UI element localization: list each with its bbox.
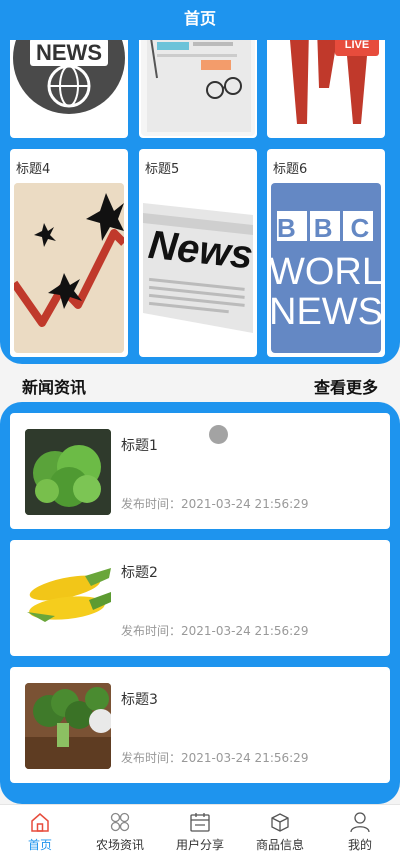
box-icon [271, 813, 289, 832]
tab-label: 我的 [347, 838, 372, 852]
bbc-logo-text: BBC [277, 213, 381, 243]
corn-image [25, 556, 111, 642]
bbc-world-news-image: BBC WORLD NEWS [271, 183, 381, 353]
page-header: 首页 [0, 0, 400, 40]
tab-mine[interactable]: 我的 [320, 805, 400, 852]
bottom-tab-bar: 首页 农场资讯 用户分享 商品信息 我的 [0, 804, 400, 852]
broccoli-image [25, 683, 111, 769]
tab-farm-news[interactable]: 农场资讯 [80, 805, 160, 852]
news-globe-image: NEWS [12, 28, 126, 136]
tab-user-share[interactable]: 用户分享 [160, 805, 240, 852]
news-item-3[interactable]: 标题3 发布时间：2021-03-24 21:56:29 [10, 667, 390, 783]
card-title: 标题4 [16, 162, 51, 177]
world-text: WORLD [271, 251, 381, 293]
user-icon [350, 812, 370, 833]
news-item-2[interactable]: 标题2 发布时间：2021-03-24 21:56:29 [10, 540, 390, 656]
featured-grid: NEWS LIVE 标题4 标题5 News 标题6 BBC WORL NEWS [0, 0, 400, 364]
news-paper-image: News [143, 183, 253, 353]
home-icon [31, 813, 49, 832]
tab-label: 用户分享 [175, 838, 224, 852]
market-crash-chart-image [14, 183, 124, 353]
featured-card-6[interactable]: 标题6 BBC WORLD NEWS [267, 149, 385, 357]
page-title: 首页 [183, 9, 216, 28]
live-microphones-image: LIVE [269, 28, 383, 136]
newspaper-glasses-image [141, 28, 255, 136]
news-title: 标题1 [121, 438, 158, 454]
card-title: 标题5 [145, 162, 180, 177]
news-title: 标题3 [121, 692, 158, 708]
svg-text:NEWS: NEWS [36, 40, 102, 65]
news-list: 标题1 发布时间：2021-03-24 21:56:29 标题2 发布时间：20… [0, 402, 400, 804]
news-time: 发布时间：2021-03-24 21:56:29 [121, 497, 309, 511]
tab-label: 农场资讯 [95, 838, 144, 852]
svg-text:LIVE: LIVE [345, 39, 369, 51]
grid-icon [110, 812, 130, 832]
section-title: 新闻资讯 [22, 378, 87, 397]
tab-home[interactable]: 首页 [0, 805, 80, 852]
news-time: 发布时间：2021-03-24 21:56:29 [121, 751, 309, 765]
news-time: 发布时间：2021-03-24 21:56:29 [121, 624, 309, 638]
card-title: 标题6 [273, 162, 308, 177]
tab-label: 首页 [27, 838, 52, 852]
view-more-link[interactable]: 查看更多 [314, 374, 378, 398]
news-item-1[interactable]: 标题1 发布时间：2021-03-24 21:56:29 [10, 413, 390, 529]
featured-card-1[interactable]: NEWS [10, 26, 128, 138]
featured-card-3[interactable]: LIVE [267, 26, 385, 138]
news-title: 标题2 [121, 565, 158, 581]
featured-card-2[interactable] [139, 26, 257, 138]
featured-card-4[interactable]: 标题4 [10, 149, 128, 357]
floating-indicator [209, 425, 228, 444]
tab-products[interactable]: 商品信息 [240, 805, 320, 852]
news-section-header: 新闻资讯 查看更多 [0, 366, 400, 402]
featured-card-5[interactable]: 标题5 News [139, 149, 257, 357]
calendar-icon [190, 813, 210, 832]
news-text: NEWS [271, 291, 381, 333]
tab-label: 商品信息 [255, 838, 304, 852]
lettuce-image [25, 429, 111, 515]
